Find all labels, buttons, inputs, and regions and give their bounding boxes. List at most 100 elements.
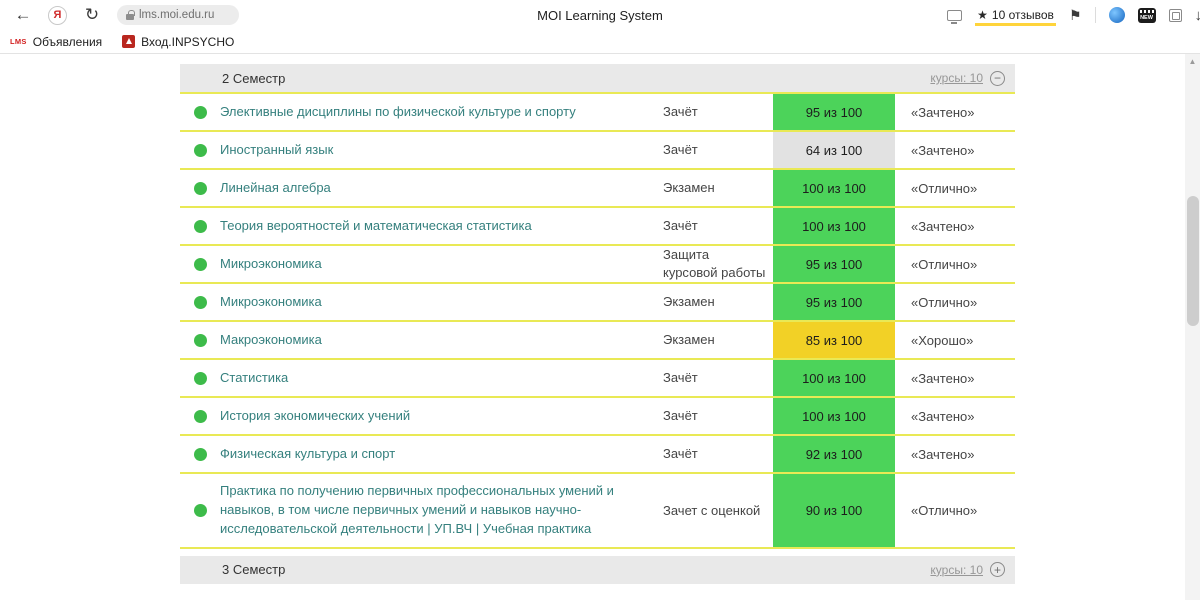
course-link[interactable]: Макроэкономика: [220, 331, 322, 350]
bookmark-announcements[interactable]: LMS Объявления: [10, 35, 102, 49]
course-link[interactable]: Линейная алгебра: [220, 179, 331, 198]
expand-icon[interactable]: +: [990, 562, 1005, 578]
score-cell: 100 из 100: [773, 360, 895, 397]
semester-2-courses-link[interactable]: курсы: 10: [930, 71, 983, 85]
inpsycho-favicon: [122, 35, 136, 48]
assessment-type: Зачёт: [663, 446, 698, 462]
score-badge: 85 из 100: [773, 322, 895, 359]
grade-text: «Зачтено»: [911, 104, 975, 120]
toolbar-right: ★ 10 отзывов ⚑ NEW ↓: [947, 0, 1200, 30]
course-link[interactable]: Практика по получению первичных професси…: [220, 482, 649, 539]
status-cell: [180, 474, 220, 547]
collapse-icon[interactable]: −: [990, 70, 1005, 86]
course-link[interactable]: Микроэкономика: [220, 293, 322, 312]
side-panel-icon[interactable]: [947, 9, 963, 24]
bookmark-label: Вход.INPSYCHO: [141, 34, 235, 49]
star-icon: ★: [977, 7, 988, 22]
score-cell: 92 из 100: [773, 436, 895, 473]
back-button[interactable]: ←: [12, 4, 34, 26]
bookmark-flag-icon[interactable]: ⚑: [1069, 7, 1082, 24]
semester-2-title: 2 Семестр: [222, 70, 286, 86]
assessment-type: Зачёт: [663, 103, 698, 119]
grade-text: «Отлично»: [911, 180, 978, 196]
browser-toolbar: ← Я ↻ lms.moi.edu.ru MOI Learning System…: [0, 0, 1200, 30]
course-link[interactable]: Элективные дисциплины по физической куль…: [220, 103, 576, 122]
grade-text: «Зачтено»: [911, 446, 975, 462]
grade-text: «Зачтено»: [911, 370, 975, 386]
assessment-type: Экзамен: [663, 179, 715, 195]
assessment-type: Зачёт: [663, 141, 698, 157]
table-row: Практика по получению первичных професси…: [180, 474, 1015, 549]
score-badge: 90 из 100: [773, 474, 895, 547]
extension-video-new-icon[interactable]: NEW: [1137, 7, 1156, 23]
page-body: 2 Семестр курсы: 10 − Элективные дисципл…: [0, 54, 1200, 600]
score-badge: 95 из 100: [773, 246, 895, 283]
grade-text: «Зачтено»: [911, 408, 975, 424]
score-cell: 100 из 100: [773, 398, 895, 435]
grade-text: «Зачтено»: [911, 218, 975, 234]
score-badge: 95 из 100: [773, 284, 895, 321]
score-badge: 64 из 100: [773, 132, 895, 168]
page-title: MOI Learning System: [537, 7, 663, 23]
semester-3-courses-link[interactable]: курсы: 10: [930, 563, 983, 577]
assessment-type: Экзамен: [663, 332, 715, 348]
grade-text: «Отлично»: [911, 294, 978, 310]
bookmark-inpsycho[interactable]: Вход.INPSYCHO: [122, 35, 234, 49]
score-cell: 90 из 100: [773, 474, 895, 547]
score-cell: 95 из 100: [773, 284, 895, 321]
course-link[interactable]: Статистика: [220, 369, 288, 388]
table-row: История экономических учений Зачёт 100 и…: [180, 398, 1015, 437]
score-cell: 100 из 100: [773, 170, 895, 206]
course-name-cell: Линейная алгебра: [220, 170, 663, 206]
table-row: Иностранный язык Зачёт 64 из 100 «Зачтен…: [180, 132, 1015, 170]
score-badge: 100 из 100: [773, 360, 895, 397]
grade-text: «Зачтено»: [911, 142, 975, 158]
course-link[interactable]: Теория вероятностей и математическая ста…: [220, 217, 532, 236]
yandex-logo-icon[interactable]: Я: [48, 5, 67, 25]
table-row: Микроэкономика Защита курсовой работы 95…: [180, 246, 1015, 285]
assessment-type: Зачёт: [663, 408, 698, 424]
course-link[interactable]: Микроэкономика: [220, 255, 322, 274]
extension-browser-icon[interactable]: [1108, 7, 1125, 23]
address-bar[interactable]: lms.moi.edu.ru: [117, 5, 239, 25]
status-cell: [180, 94, 220, 130]
course-name-cell: Макроэкономика: [220, 322, 663, 358]
status-cell: [180, 398, 220, 434]
status-dot-icon: [193, 447, 207, 461]
status-dot-icon: [193, 371, 207, 385]
divider: [1094, 7, 1096, 23]
grade-text: «Отлично»: [911, 503, 978, 519]
status-dot-icon: [193, 143, 207, 157]
status-cell: [180, 208, 220, 244]
extension-tabs-icon[interactable]: [1168, 8, 1182, 22]
url-text: lms.moi.edu.ru: [139, 9, 215, 21]
scrollbar[interactable]: ▲: [1185, 54, 1200, 600]
scroll-up-icon[interactable]: ▲: [1185, 54, 1200, 66]
score-badge: 100 из 100: [773, 398, 895, 435]
reviews-button[interactable]: ★ 10 отзывов: [975, 5, 1056, 26]
status-dot-icon: [193, 504, 207, 518]
score-cell: 100 из 100: [773, 208, 895, 244]
downloads-icon[interactable]: ↓: [1195, 7, 1200, 24]
status-cell: [180, 360, 220, 396]
course-name-cell: История экономических учений: [220, 398, 663, 434]
score-cell: 64 из 100: [773, 132, 895, 168]
status-cell: [180, 322, 220, 358]
course-name-cell: Элективные дисциплины по физической куль…: [220, 94, 663, 130]
semester-3-header: 3 Семестр курсы: 10 +: [180, 555, 1015, 584]
course-name-cell: Микроэкономика: [220, 284, 663, 320]
course-link[interactable]: Физическая культура и спорт: [220, 445, 395, 464]
status-cell: [180, 132, 220, 168]
scrollbar-thumb[interactable]: [1186, 196, 1199, 326]
semester-3-title: 3 Семестр: [222, 562, 286, 578]
score-badge: 95 из 100: [773, 94, 895, 130]
score-badge: 92 из 100: [773, 436, 895, 473]
refresh-button[interactable]: ↻: [81, 4, 103, 26]
course-link[interactable]: История экономических учений: [220, 407, 410, 426]
grade-text: «Хорошо»: [911, 332, 974, 348]
course-name-cell: Статистика: [220, 360, 663, 396]
table-row: Линейная алгебра Экзамен 100 из 100 «Отл…: [180, 170, 1015, 208]
table-row: Макроэкономика Экзамен 85 из 100 «Хорошо…: [180, 322, 1015, 361]
course-link[interactable]: Иностранный язык: [220, 141, 333, 160]
course-name-cell: Теория вероятностей и математическая ста…: [220, 208, 663, 244]
